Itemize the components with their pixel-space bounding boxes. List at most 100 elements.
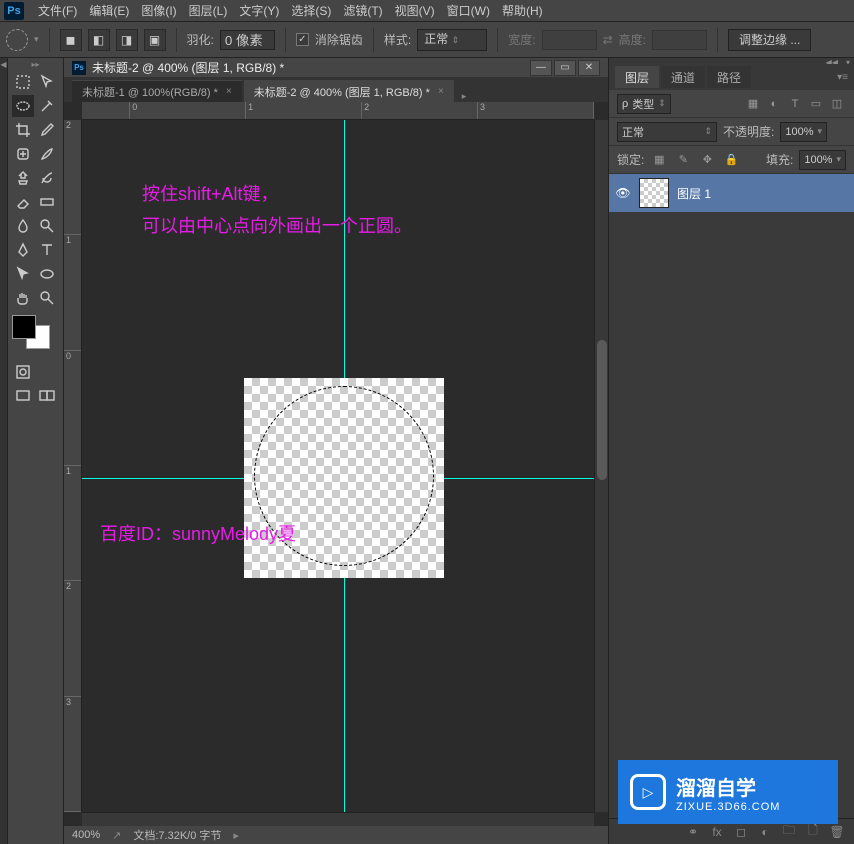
new-layer-icon[interactable]: 🗋: [804, 823, 822, 841]
move-tool[interactable]: [36, 71, 58, 93]
menu-image[interactable]: 图像(I): [135, 0, 182, 21]
status-menu-icon[interactable]: ▸: [233, 829, 239, 842]
style-label: 样式:: [384, 31, 411, 48]
clone-stamp-tool[interactable]: [12, 167, 34, 189]
blur-tool[interactable]: [12, 215, 34, 237]
right-panels: ◀◀▾ 图层 通道 路径 ▾≡ ρ类型⇕ ▦ ◐ T ▭ ◫ 正常⇕ 不透明度:…: [608, 58, 854, 844]
document-tab-2[interactable]: 未标题-2 @ 400% (图层 1, RGB/8) *×: [244, 80, 454, 102]
history-brush-tool[interactable]: [36, 167, 58, 189]
blend-mode-select[interactable]: 正常⇕: [617, 122, 717, 142]
lock-all-icon[interactable]: 🔒: [722, 151, 740, 169]
selection-intersect-btn[interactable]: ▣: [144, 29, 166, 51]
tab-paths[interactable]: 路径: [707, 66, 751, 88]
type-tool[interactable]: [36, 239, 58, 261]
layers-panel-tabs: 图层 通道 路径 ▾≡: [609, 64, 854, 90]
refine-edge-button[interactable]: 调整边缘 ...: [728, 29, 811, 51]
selection-subtract-btn[interactable]: ◨: [116, 29, 138, 51]
filter-shape-icon[interactable]: ▭: [807, 95, 825, 113]
feather-label: 羽化:: [187, 31, 214, 48]
layer-visibility-icon[interactable]: 👁: [615, 185, 631, 201]
magic-wand-tool[interactable]: [36, 95, 58, 117]
filter-image-icon[interactable]: ▦: [744, 95, 762, 113]
lock-pixels-icon[interactable]: ✎: [674, 151, 692, 169]
layer-mask-icon[interactable]: ◻: [732, 823, 750, 841]
path-selection-tool[interactable]: [12, 263, 34, 285]
selection-add-btn[interactable]: ◧: [88, 29, 110, 51]
lock-transparency-icon[interactable]: ▦: [650, 151, 668, 169]
menu-select[interactable]: 选择(S): [285, 0, 337, 21]
marquee-ellipse-tool[interactable]: [12, 95, 34, 117]
group-icon[interactable]: 🗀: [780, 823, 798, 841]
menu-type[interactable]: 文字(Y): [233, 0, 285, 21]
left-collapse-strip[interactable]: [0, 58, 8, 844]
window-close-btn[interactable]: ✕: [578, 60, 600, 76]
zoom-level[interactable]: 400%: [72, 829, 100, 841]
tab-channels[interactable]: 通道: [661, 66, 705, 88]
status-arrow-icon[interactable]: ↗: [112, 829, 121, 842]
screen-mode-alt-tool[interactable]: [36, 385, 58, 407]
filter-kind-select[interactable]: ρ类型⇕: [617, 94, 671, 114]
delete-layer-icon[interactable]: 🗑: [828, 823, 846, 841]
foreground-color-swatch[interactable]: [12, 315, 36, 339]
scrollbar-vertical[interactable]: [594, 120, 608, 812]
dodge-tool[interactable]: [36, 215, 58, 237]
link-layers-icon[interactable]: ⚭: [684, 823, 702, 841]
zoom-tool[interactable]: [36, 287, 58, 309]
canvas-area[interactable]: 0123 210123 按住shift+Alt键， 可以由中心点向外画出一个正圆…: [64, 102, 608, 826]
hand-tool[interactable]: [12, 287, 34, 309]
filter-type-icon[interactable]: T: [786, 95, 804, 113]
menu-file[interactable]: 文件(F): [32, 0, 83, 21]
pen-tool[interactable]: [12, 239, 34, 261]
close-tab-icon[interactable]: ×: [226, 86, 232, 97]
filter-smart-icon[interactable]: ◫: [828, 95, 846, 113]
shape-ellipse-tool[interactable]: [36, 263, 58, 285]
window-maximize-btn[interactable]: ▭: [554, 60, 576, 76]
menu-view[interactable]: 视图(V): [389, 0, 441, 21]
feather-input[interactable]: [220, 30, 275, 50]
ruler-vertical[interactable]: 210123: [64, 120, 82, 812]
filter-adjustment-icon[interactable]: ◐: [765, 95, 783, 113]
selection-new-btn[interactable]: ◼: [60, 29, 82, 51]
ruler-horizontal[interactable]: 0123: [82, 102, 594, 120]
marquee-rect-tool[interactable]: [12, 71, 34, 93]
panel-options-icon[interactable]: ▾≡: [837, 72, 848, 83]
quick-mask-tool[interactable]: [12, 361, 34, 383]
layer-fx-icon[interactable]: fx: [708, 823, 726, 841]
opacity-input[interactable]: 100%▾: [780, 122, 827, 142]
watermark-url: ZIXUE.3D66.COM: [676, 801, 780, 813]
menu-layer[interactable]: 图层(L): [183, 0, 234, 21]
adjustment-layer-icon[interactable]: ◐: [756, 823, 774, 841]
layer-name[interactable]: 图层 1: [677, 185, 711, 202]
tab-layers[interactable]: 图层: [615, 66, 659, 88]
menu-help[interactable]: 帮助(H): [496, 0, 549, 21]
fill-input[interactable]: 100%▾: [799, 150, 846, 170]
window-minimize-btn[interactable]: —: [530, 60, 552, 76]
swap-icon: ⇄: [603, 33, 613, 47]
menu-edit[interactable]: 编辑(E): [83, 0, 135, 21]
crop-tool[interactable]: [12, 119, 34, 141]
eyedropper-tool[interactable]: [36, 119, 58, 141]
color-swatches[interactable]: [12, 315, 59, 351]
tool-preset-icon[interactable]: [6, 29, 28, 51]
options-bar: ▾ ◼ ◧ ◨ ▣ 羽化: ✓ 消除锯齿 样式: 正常 ⇕ 宽度: ⇄ 高度: …: [0, 22, 854, 58]
style-select[interactable]: 正常 ⇕: [417, 29, 487, 51]
layer-thumbnail[interactable]: [639, 178, 669, 208]
brush-tool[interactable]: [36, 143, 58, 165]
document-tab-1[interactable]: 未标题-1 @ 100%(RGB/8) *×: [72, 80, 242, 102]
gradient-tool[interactable]: [36, 191, 58, 213]
canvas-content[interactable]: 按住shift+Alt键， 可以由中心点向外画出一个正圆。 百度ID：sunny…: [82, 120, 594, 812]
close-tab-icon[interactable]: ×: [438, 86, 444, 97]
menu-window[interactable]: 窗口(W): [441, 0, 496, 21]
document-title: 未标题-2 @ 400% (图层 1, RGB/8) *: [92, 59, 530, 76]
menu-filter[interactable]: 滤镜(T): [337, 0, 388, 21]
scrollbar-horizontal[interactable]: [82, 812, 594, 826]
healing-brush-tool[interactable]: [12, 143, 34, 165]
screen-mode-tool[interactable]: [12, 385, 34, 407]
tab-overflow-icon[interactable]: ▸: [462, 91, 467, 102]
antialias-checkbox[interactable]: ✓: [296, 33, 309, 46]
menu-bar: Ps 文件(F) 编辑(E) 图像(I) 图层(L) 文字(Y) 选择(S) 滤…: [0, 0, 854, 22]
eraser-tool[interactable]: [12, 191, 34, 213]
lock-position-icon[interactable]: ✥: [698, 151, 716, 169]
fill-label: 填充:: [766, 151, 793, 168]
layer-row[interactable]: 👁 图层 1: [609, 174, 854, 212]
